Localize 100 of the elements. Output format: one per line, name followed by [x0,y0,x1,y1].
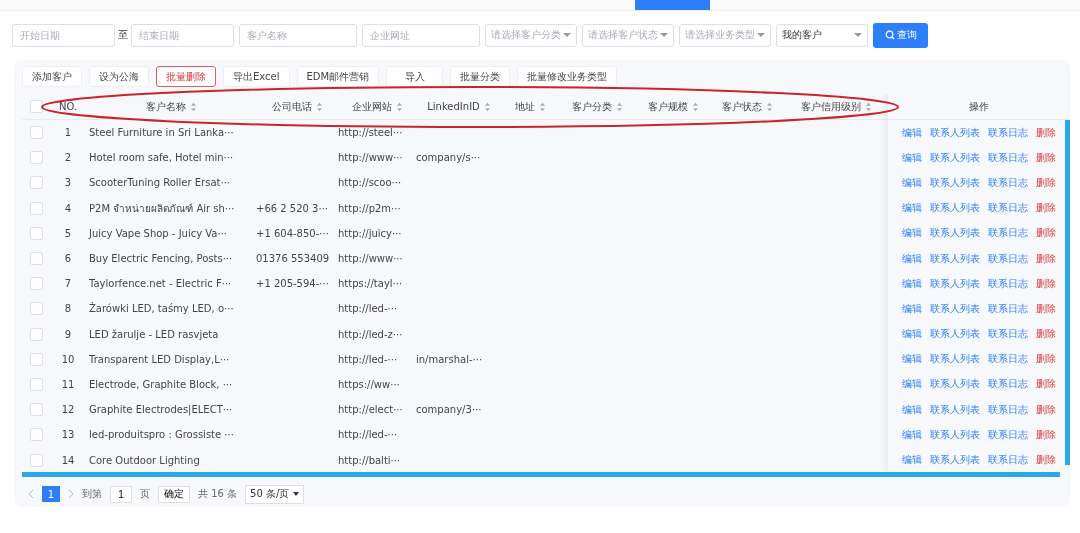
sort-icon[interactable] [615,101,623,112]
sort-icon[interactable] [691,101,699,112]
action-link[interactable]: 删除 [1036,125,1056,140]
action-link[interactable]: 删除 [1036,327,1056,342]
checkbox[interactable] [29,277,43,291]
select-field[interactable]: 请选择客户分类 [485,23,577,47]
action-link[interactable]: 删除 [1036,453,1056,468]
checkbox[interactable] [29,377,43,391]
toolbar-button[interactable]: 批量分类 [450,66,511,87]
action-link[interactable]: 联系日志 [988,352,1028,367]
action-link[interactable]: 联系日志 [988,327,1028,342]
checkbox[interactable] [29,151,43,165]
action-link[interactable]: 编辑 [902,453,922,468]
action-link[interactable]: 联系人列表 [930,352,980,367]
action-link[interactable]: 联系日志 [988,301,1028,316]
action-link[interactable]: 联系日志 [988,201,1028,216]
action-link[interactable]: 删除 [1036,377,1056,392]
action-link[interactable]: 联系日志 [988,226,1028,241]
action-link[interactable]: 联系人列表 [930,377,980,392]
checkbox[interactable] [29,126,43,140]
action-link[interactable]: 编辑 [902,251,922,266]
action-link[interactable]: 联系人列表 [930,175,980,190]
action-link[interactable]: 编辑 [902,125,922,140]
action-link[interactable]: 联系人列表 [930,453,980,468]
action-link[interactable]: 编辑 [902,327,922,342]
action-link[interactable]: 编辑 [902,301,922,316]
sort-icon[interactable] [538,101,546,112]
checkbox[interactable] [29,403,43,417]
page-size-select[interactable]: 50 条/页 [245,484,305,504]
action-link[interactable]: 联系日志 [988,276,1028,291]
search-button[interactable]: 查询 [873,22,928,48]
input-field[interactable]: 客户名称 [239,23,357,47]
action-link[interactable]: 删除 [1036,427,1056,442]
page-input[interactable]: 1 [110,485,132,503]
sort-icon[interactable] [483,101,491,112]
action-link[interactable]: 编辑 [902,352,922,367]
action-link[interactable]: 编辑 [902,276,922,291]
action-link[interactable]: 删除 [1036,276,1056,291]
sort-icon[interactable] [395,101,403,112]
sort-icon[interactable] [315,101,323,112]
action-link[interactable]: 联系日志 [988,125,1028,140]
action-link[interactable]: 联系人列表 [930,427,980,442]
action-link[interactable]: 联系人列表 [930,301,980,316]
action-link[interactable]: 删除 [1036,150,1056,165]
previous-icon[interactable] [28,489,34,500]
action-link[interactable]: 联系人列表 [930,402,980,417]
checkbox[interactable] [29,327,43,341]
action-link[interactable]: 联系日志 [988,251,1028,266]
checkbox[interactable] [29,176,43,190]
action-link[interactable]: 联系日志 [988,377,1028,392]
input-field[interactable]: 企业网址 [362,23,480,47]
checkbox[interactable] [29,252,43,266]
action-link[interactable]: 编辑 [902,226,922,241]
action-link[interactable]: 联系日志 [988,150,1028,165]
sort-icon[interactable] [864,101,872,112]
toolbar-button[interactable]: 批量删除 [156,66,216,87]
action-link[interactable]: 联系日志 [988,402,1028,417]
action-link[interactable]: 删除 [1036,402,1056,417]
action-link[interactable]: 联系日志 [988,175,1028,190]
action-link[interactable]: 删除 [1036,301,1056,316]
action-link[interactable]: 联系人列表 [930,150,980,165]
checkbox[interactable] [29,453,43,467]
action-link[interactable]: 删除 [1036,201,1056,216]
toolbar-button[interactable]: 导出Excel [223,66,290,87]
page-button[interactable]: 1 [42,486,60,503]
checkbox[interactable] [29,302,43,316]
action-link[interactable]: 编辑 [902,377,922,392]
date-field[interactable]: 开始日期 [12,23,115,47]
action-link[interactable]: 联系日志 [988,453,1028,468]
action-link[interactable]: 编辑 [902,175,922,190]
sort-icon[interactable] [765,101,773,112]
toolbar-button[interactable]: 设为公海 [89,66,149,87]
checkbox[interactable] [29,352,43,366]
scrollbar[interactable] [1065,120,1070,465]
action-link[interactable]: 删除 [1036,175,1056,190]
action-link[interactable]: 删除 [1036,251,1056,266]
action-link[interactable]: 联系人列表 [930,201,980,216]
action-link[interactable]: 联系人列表 [930,226,980,241]
checkbox[interactable] [29,100,43,113]
toolbar-button[interactable]: EDM邮件营销 [296,66,380,87]
select-field[interactable]: 我的客户 [776,23,868,47]
action-link[interactable]: 联系日志 [988,427,1028,442]
action-link[interactable]: 联系人列表 [930,125,980,140]
action-link[interactable]: 编辑 [902,427,922,442]
checkbox[interactable] [29,201,43,215]
active-tab[interactable] [635,0,710,10]
action-link[interactable]: 删除 [1036,226,1056,241]
confirm-button[interactable]: 确定 [158,485,190,503]
action-link[interactable]: 删除 [1036,352,1056,367]
action-link[interactable]: 联系人列表 [930,327,980,342]
toolbar-button[interactable]: 批量修改业务类型 [517,66,618,87]
action-link[interactable]: 编辑 [902,402,922,417]
toolbar-button[interactable]: 添加客户 [22,66,82,87]
scrollbar[interactable] [22,472,1060,478]
action-link[interactable]: 联系人列表 [930,276,980,291]
checkbox[interactable] [29,226,43,240]
select-field[interactable]: 请选择业务类型 [679,23,771,47]
action-link[interactable]: 编辑 [902,201,922,216]
action-link[interactable]: 编辑 [902,150,922,165]
action-link[interactable]: 联系人列表 [930,251,980,266]
